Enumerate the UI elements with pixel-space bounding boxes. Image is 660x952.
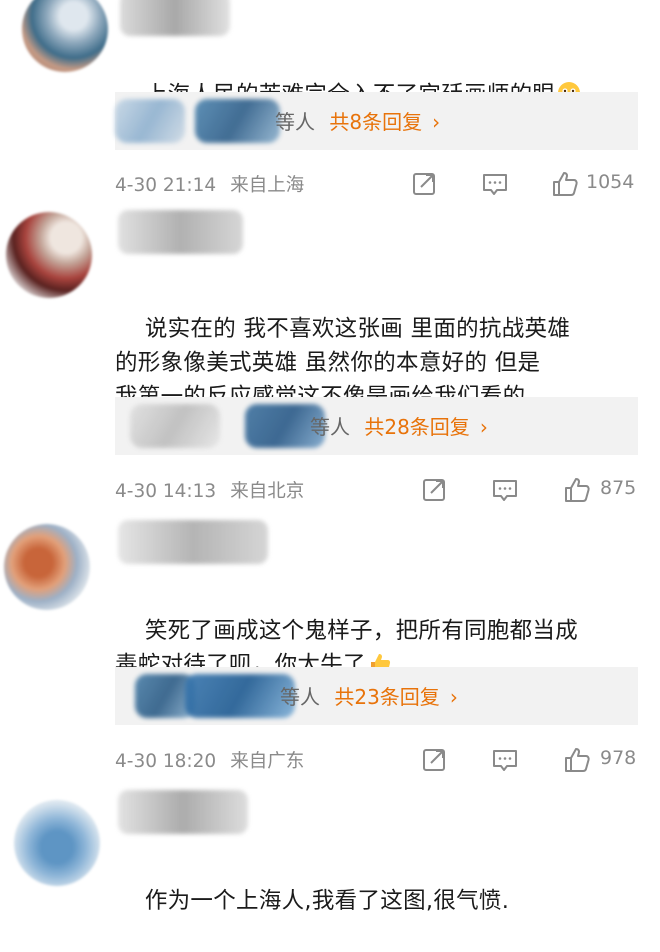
replier-names-blurred — [195, 99, 280, 143]
like-icon[interactable] — [550, 169, 580, 199]
like-count: 978 — [600, 747, 637, 769]
share-icon[interactable] — [420, 475, 450, 505]
like-icon[interactable] — [562, 475, 592, 505]
comment-meta: 4-30 21:14 来自上海 — [115, 171, 304, 197]
comment-icon[interactable] — [490, 475, 520, 505]
comment-icon[interactable] — [490, 745, 520, 775]
reply-preview[interactable]: 等人 共23条回复 › — [115, 667, 638, 725]
reply-summary[interactable]: 等人 共28条回复 › — [310, 411, 488, 440]
comment-location: 来自北京 — [230, 481, 305, 502]
comment-actions: 978 — [420, 745, 638, 775]
reply-preview[interactable]: 等人 共28条回复 › — [115, 397, 638, 455]
comment-meta: 4-30 18:20 来自广东 — [115, 747, 304, 773]
user-avatar-blurred[interactable] — [4, 524, 90, 610]
comment-text-content: 作为一个上海人,我看了这图,很气愤. — [144, 888, 510, 914]
comment-icon[interactable] — [480, 169, 510, 199]
comment-text: 作为一个上海人,我看了这图,很气愤. — [115, 850, 650, 952]
chevron-right-icon: › — [479, 415, 488, 439]
username-blurred[interactable] — [120, 0, 230, 36]
chevron-right-icon: › — [432, 110, 441, 134]
user-avatar-blurred[interactable] — [14, 800, 100, 886]
comment-date: 4-30 18:20 — [115, 751, 217, 772]
username-blurred[interactable] — [118, 210, 243, 254]
comment-date: 4-30 14:13 — [115, 481, 217, 502]
replier-names-blurred — [115, 99, 185, 143]
share-icon[interactable] — [410, 169, 440, 199]
username-blurred[interactable] — [118, 790, 248, 834]
comment-meta: 4-30 14:13 来自北京 — [115, 477, 304, 503]
like-count: 1054 — [586, 171, 635, 193]
replier-names-blurred — [185, 674, 295, 718]
reply-users-suffix: 等人 — [275, 110, 315, 134]
reply-users-suffix: 等人 — [310, 415, 350, 439]
comment-text-content: 说实在的 我不喜欢这张画 里面的抗战英雄 的形象像美式英雄 虽然你的本意好的 但… — [115, 316, 571, 410]
comment-actions: 1054 — [410, 169, 638, 199]
reply-count-link[interactable]: 共8条回复 — [329, 110, 422, 134]
reply-users-suffix: 等人 — [280, 685, 320, 709]
comment-date: 4-30 21:14 — [115, 175, 217, 196]
reply-summary[interactable]: 等人 共23条回复 › — [280, 681, 458, 710]
reply-count-link[interactable]: 共23条回复 — [334, 685, 439, 709]
reply-count-link[interactable]: 共28条回复 — [364, 415, 469, 439]
like-count: 875 — [600, 477, 637, 499]
user-avatar-blurred[interactable] — [22, 0, 108, 72]
comment-location: 来自广东 — [230, 751, 305, 772]
comment-location: 来自上海 — [230, 175, 305, 196]
chevron-right-icon: › — [449, 685, 458, 709]
share-icon[interactable] — [420, 745, 450, 775]
username-blurred[interactable] — [118, 520, 268, 564]
reply-preview[interactable]: 等人 共8条回复 › — [115, 92, 638, 150]
reply-summary[interactable]: 等人 共8条回复 › — [275, 106, 440, 135]
like-icon[interactable] — [562, 745, 592, 775]
replier-names-blurred — [130, 404, 220, 448]
comment-actions: 875 — [420, 475, 638, 505]
user-avatar-blurred[interactable] — [6, 212, 92, 298]
